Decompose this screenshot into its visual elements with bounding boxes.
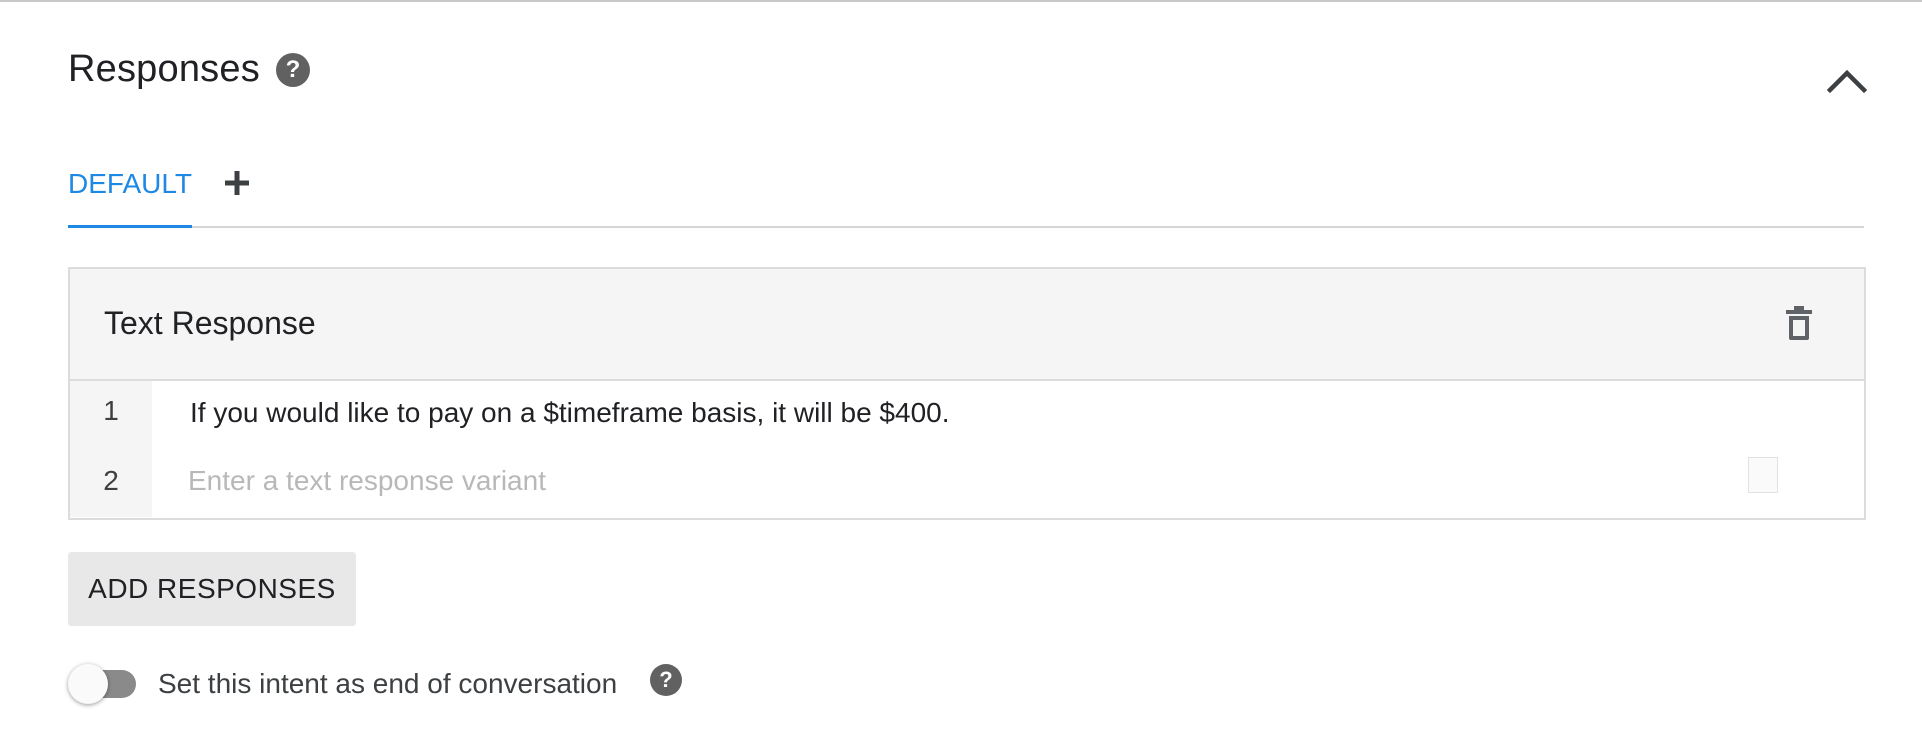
active-tab-indicator [68,225,192,228]
end-conversation-label: Set this intent as end of conversation [158,668,618,699]
help-icon[interactable]: ? [276,53,310,87]
response-row: 1 If you would like to pay on a $timefra… [70,381,1864,449]
delete-response-button[interactable] [1784,305,1814,341]
collapse-button[interactable] [1824,62,1870,98]
response-tabs: DEFAULT [68,160,1864,228]
row-number: 1 [70,381,152,449]
toggle-thumb [68,664,108,704]
tab-default-label: DEFAULT [68,168,192,199]
end-conversation-toggle[interactable] [68,664,140,704]
help-icon[interactable]: ? [650,664,682,696]
row-action-box[interactable] [1748,457,1778,493]
add-responses-button[interactable]: ADD RESPONSES [68,552,356,626]
section-title: Responses [68,48,260,90]
chevron-up-icon [1826,69,1868,94]
add-tab-button[interactable] [220,166,254,200]
text-response-header: Text Response [70,269,1864,381]
tab-default[interactable]: DEFAULT [68,160,192,228]
plus-icon [225,171,249,195]
response-text[interactable]: If you would like to pay on a $timeframe… [190,397,950,429]
response-variant-input[interactable] [188,461,1748,501]
text-response-title: Text Response [104,305,316,341]
trash-icon [1786,306,1812,340]
row-number: 2 [70,449,152,517]
top-divider [0,0,1922,2]
text-response-card: Text Response 1 If you would like to pay… [68,267,1866,520]
responses-panel: Responses ? DEFAULT Text Response 1 If y… [0,0,1922,740]
response-row: 2 [70,449,1864,517]
